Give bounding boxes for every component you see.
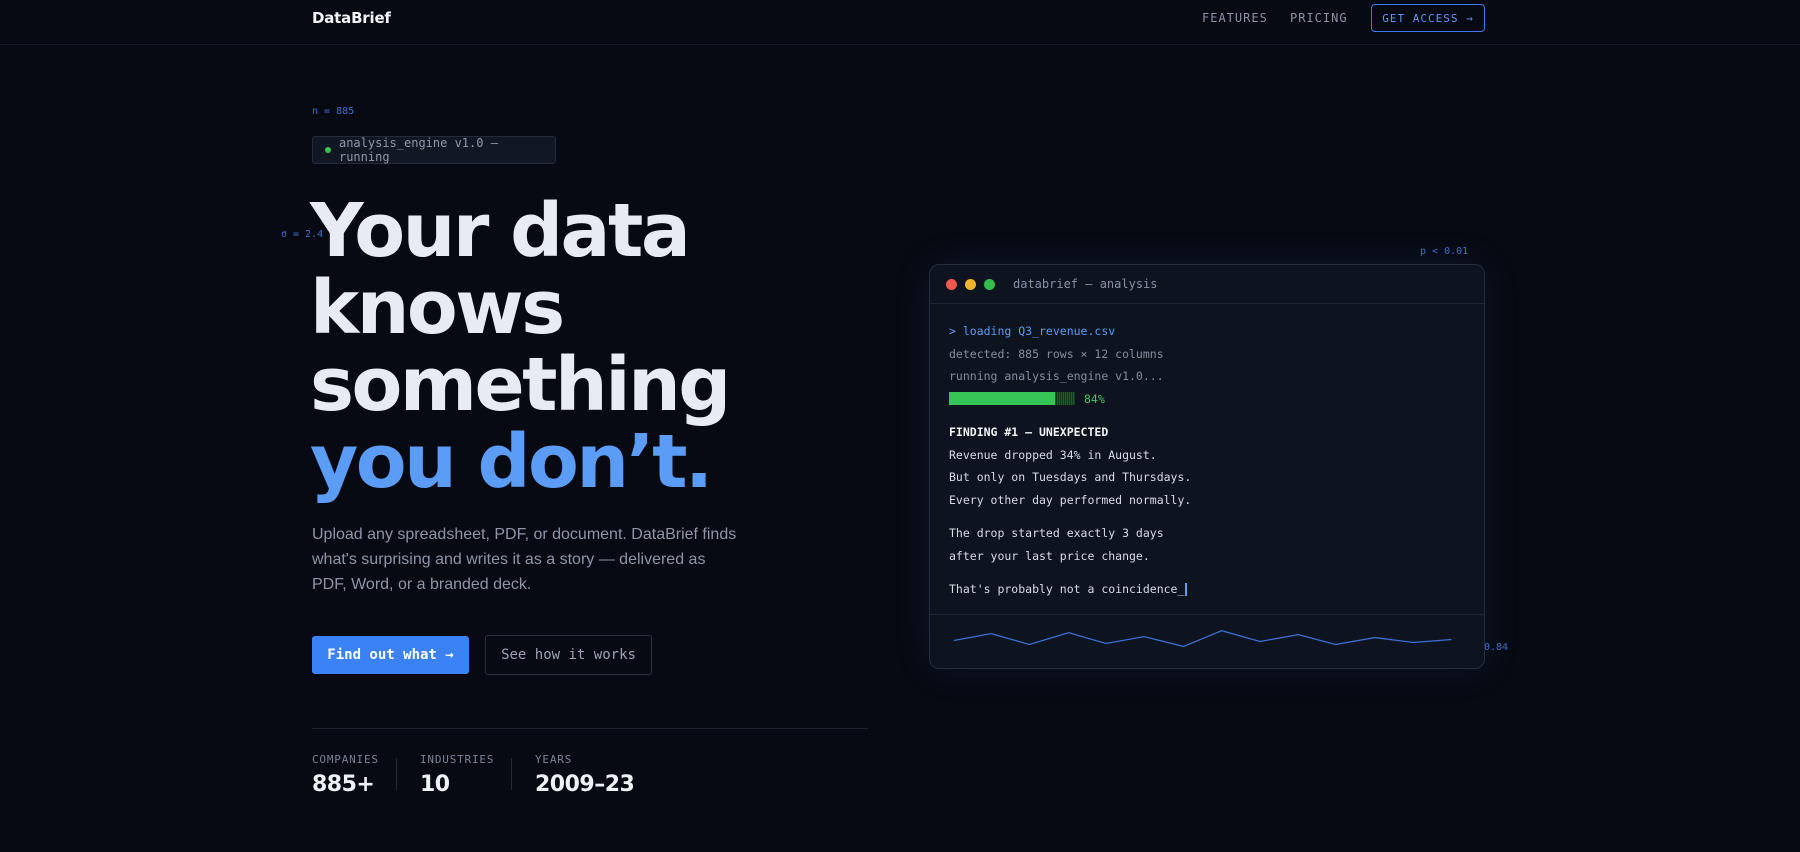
hero-description: Upload any spreadsheet, PDF, or document… bbox=[312, 526, 737, 593]
annotation-r: 0.84 bbox=[1484, 642, 1509, 653]
status-dot-icon bbox=[325, 147, 331, 153]
terminal-body: > loading Q3_revenue.csv detected: 885 r… bbox=[930, 304, 1484, 601]
progress-bar-remaining bbox=[1054, 392, 1075, 406]
cursor-caret bbox=[1185, 583, 1188, 596]
stat-industries: INDUSTRIES 10 bbox=[420, 753, 494, 797]
terminal-finding-line: But only on Tuesdays and Thursdays. bbox=[949, 470, 1192, 484]
terminal-finding-heading: FINDING #1 — UNEXPECTED bbox=[949, 425, 1109, 439]
stat-separator bbox=[511, 758, 512, 790]
terminal-finding-line: Every other day performed normally. bbox=[949, 492, 1192, 507]
status-badge-text: analysis_engine v1.0 — running bbox=[338, 136, 498, 164]
stat-value: 2009–23 bbox=[535, 772, 635, 797]
stat-label: COMPANIES bbox=[312, 753, 379, 766]
terminal-finding-line: The drop started exactly 3 days bbox=[949, 526, 1164, 540]
annotation-n: n = 885 bbox=[312, 106, 355, 117]
sparkline-series bbox=[953, 630, 1452, 648]
stat-companies: COMPANIES 885+ bbox=[312, 753, 379, 797]
terminal-detected-line: detected: 885 rows × 12 columns bbox=[949, 346, 1164, 361]
hero-title: Your data knows something you don’t. bbox=[310, 188, 731, 505]
logo[interactable]: DataBrief bbox=[312, 9, 391, 27]
terminal-title-bar: databrief — analysis bbox=[930, 265, 1484, 304]
terminal-conclusion-text: That's probably not a coincidence_ bbox=[949, 582, 1185, 596]
terminal-finding-line: Revenue dropped 34% in August. bbox=[949, 447, 1157, 462]
stat-value: 885+ bbox=[312, 772, 375, 797]
hero-title-accent: you don’t. bbox=[310, 419, 713, 505]
minimize-window-icon[interactable] bbox=[965, 278, 976, 290]
sparkline-chart bbox=[930, 614, 1484, 648]
maximize-window-icon[interactable] bbox=[984, 278, 995, 290]
nav-link-features[interactable]: FEATURES bbox=[1202, 11, 1268, 25]
terminal-progress-row: 84% bbox=[949, 388, 1465, 411]
terminal-running-line: running analysis_engine v1.0... bbox=[949, 369, 1164, 383]
terminal-conclusion-line: That's probably not a coincidence_ bbox=[949, 578, 1465, 601]
top-nav: DataBrief FEATURES PRICING GET ACCESS → bbox=[0, 0, 1800, 45]
see-how-it-works-button[interactable]: See how it works bbox=[485, 635, 652, 675]
stat-separator bbox=[396, 758, 397, 790]
annotation-p: p < 0.01 bbox=[1420, 246, 1469, 257]
hero-title-line-2: knows bbox=[310, 265, 565, 351]
stat-label: INDUSTRIES bbox=[420, 753, 495, 766]
stat-label: YEARS bbox=[535, 753, 573, 766]
progress-percent: 84% bbox=[1084, 391, 1105, 406]
stat-value: 10 bbox=[420, 772, 450, 797]
stats-divider bbox=[312, 728, 868, 729]
progress-bar bbox=[949, 392, 1075, 406]
terminal-command-line: > loading Q3_revenue.csv bbox=[949, 324, 1116, 338]
progress-bar-fill bbox=[949, 392, 1055, 406]
terminal-title: databrief — analysis bbox=[1013, 277, 1158, 291]
status-badge: analysis_engine v1.0 — running bbox=[312, 136, 556, 164]
close-window-icon[interactable] bbox=[946, 278, 957, 290]
nav-link-pricing[interactable]: PRICING bbox=[1290, 11, 1348, 25]
hero-title-line-1: Your data bbox=[310, 188, 691, 274]
stat-years: YEARS 2009–23 bbox=[535, 753, 635, 797]
hero-title-line-3: something bbox=[310, 342, 731, 428]
terminal-finding-line: after your last price change. bbox=[949, 548, 1150, 563]
get-access-button[interactable]: GET ACCESS → bbox=[1371, 4, 1485, 32]
find-out-what-button[interactable]: Find out what → bbox=[312, 636, 469, 674]
analysis-terminal: databrief — analysis > loading Q3_revenu… bbox=[929, 264, 1485, 669]
